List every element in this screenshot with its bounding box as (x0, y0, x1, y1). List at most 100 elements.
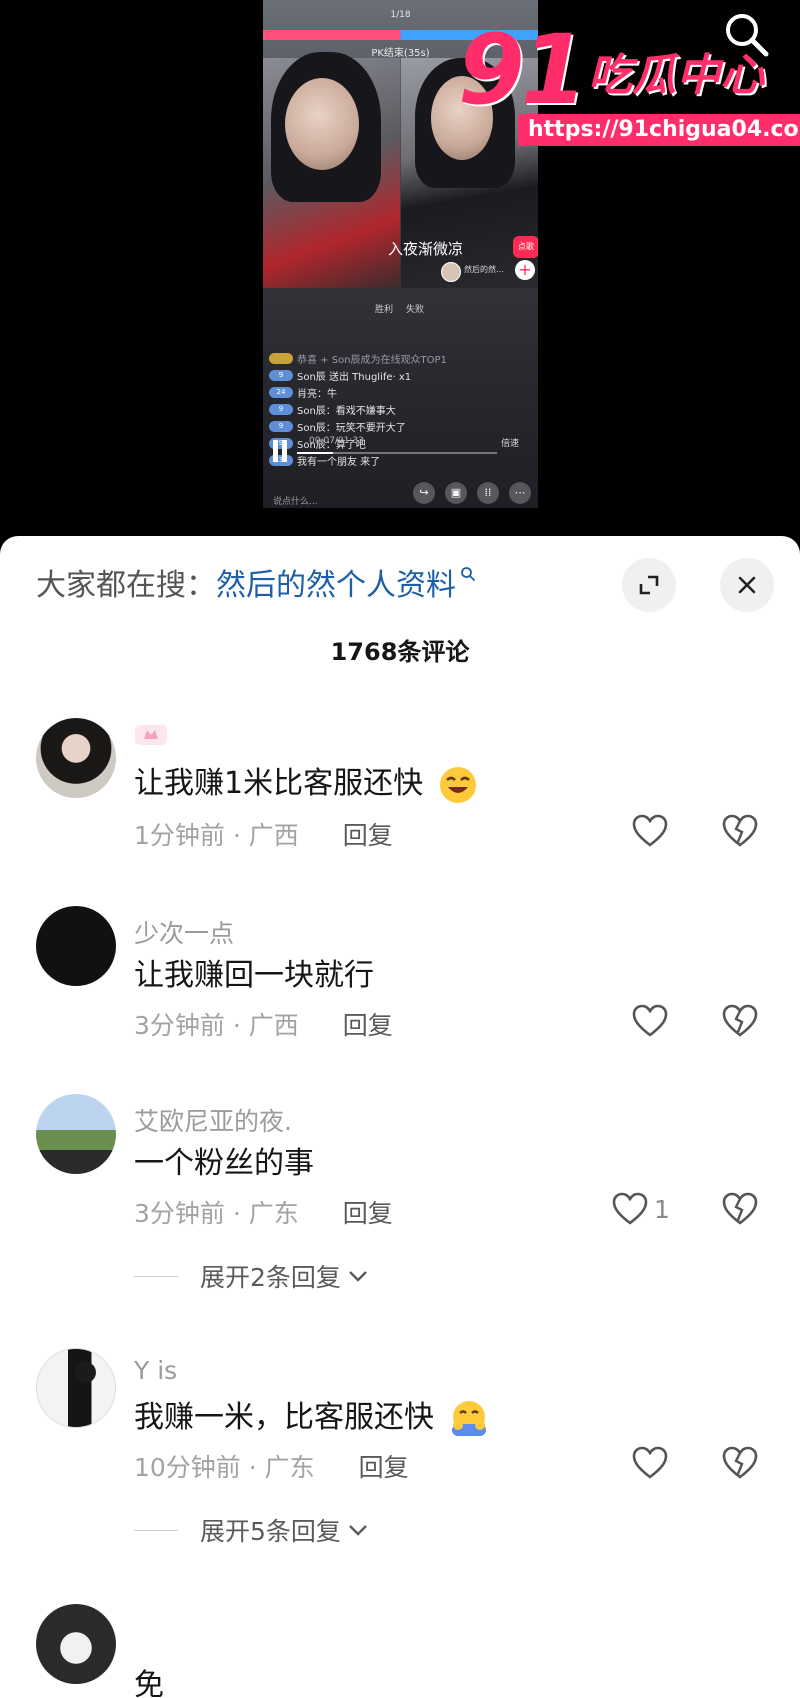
expand-sheet-button[interactable] (622, 558, 676, 612)
comment-username[interactable]: 艾欧尼亚的夜. (134, 1102, 292, 1138)
comment-time-location: 10分钟前 · 广东 (134, 1453, 315, 1482)
chat-message: 3 我有一个朋友 来了 (269, 452, 529, 469)
comment-text: 让我赚1米比客服还快 (134, 758, 479, 806)
trending-search[interactable]: 大家都在搜： 然后的然个人资料 (36, 560, 476, 604)
divider (134, 1275, 178, 1277)
speed-button[interactable]: 倍速 (501, 436, 519, 449)
comment-count: 1768条评论 (330, 638, 470, 666)
reply-button[interactable]: 回复 (343, 821, 393, 850)
watermark-url: https://91chigua04.com (518, 114, 800, 146)
video-toolbar: ↪ ▣ ⁞⁞ ⋯ (413, 482, 531, 504)
broken-heart-icon (722, 1192, 758, 1225)
level-badge (269, 353, 293, 364)
expand-icon (639, 575, 659, 595)
level-badge: 9 (269, 404, 293, 415)
dislike-button[interactable] (722, 1446, 758, 1480)
comment-item: 艾欧尼亚的夜. 一个粉丝的事 3分钟前 · 广东 回复 1 展开2条回复 (0, 1094, 800, 1354)
streamer-face (285, 78, 359, 170)
grid-icon[interactable]: ⁞⁞ (477, 482, 499, 504)
avatar[interactable] (36, 1348, 116, 1428)
close-icon (738, 576, 756, 594)
comment-time-location: 1分钟前 · 广西 (134, 821, 299, 850)
expand-replies-button[interactable]: 展开5条回复 (134, 1512, 369, 1548)
comment-item: 少次一点 让我赚回一块就行 3分钟前 · 广西 回复 (0, 906, 800, 1086)
broken-heart-icon (722, 814, 758, 847)
comment-text: 我赚一米，比客服还快 (134, 1392, 490, 1440)
comment-text: 免 (134, 1668, 164, 1698)
like-count: 1 (654, 1194, 670, 1224)
level-badge: 24 (269, 387, 293, 398)
comment-text: 一个粉丝的事 (134, 1146, 314, 1181)
plus-icon[interactable]: + (515, 260, 535, 280)
request-song-button[interactable]: 点歌 (513, 236, 538, 258)
dislike-button[interactable] (722, 1004, 758, 1038)
reply-button[interactable]: 回复 (343, 1011, 393, 1040)
playback-progress[interactable] (297, 452, 497, 454)
chat-message: 恭喜 + Son辰成为在线观众TOP1 (269, 350, 529, 367)
avatar[interactable] (36, 906, 116, 986)
chat-message: 9 Son辰：算了吧 (269, 435, 529, 452)
divider (134, 1529, 178, 1531)
playback-time: 00:07/01:33 (309, 436, 364, 446)
gift-icon[interactable]: ▣ (445, 482, 467, 504)
like-button[interactable] (632, 1004, 668, 1038)
laughing-emoji-icon (439, 766, 476, 803)
chat-message: 9 Son辰 送出 Thuglife· x1 (269, 367, 529, 384)
reply-button[interactable]: 回复 (359, 1453, 409, 1482)
fan-badge-icon (135, 725, 167, 745)
avatar[interactable] (36, 718, 116, 798)
dislike-button[interactable] (722, 1192, 758, 1226)
avatar[interactable] (36, 1094, 116, 1174)
watermark-number: 91 (458, 14, 588, 126)
mini-username: 然后的然... (464, 265, 504, 274)
reply-button[interactable]: 回复 (343, 1199, 393, 1228)
chat-message-text: 我有一个朋友 来了 (297, 457, 381, 468)
chat-message: 9 Son辰：玩笑不要开大了 (269, 418, 529, 435)
avatar[interactable] (441, 262, 461, 282)
close-button[interactable] (720, 558, 774, 612)
chevron-down-icon (349, 1525, 367, 1536)
chat-message-text: 肖亮：牛 (297, 389, 337, 400)
chat-message-text: 恭喜 + Son辰成为在线观众TOP1 (297, 355, 447, 366)
comment-username[interactable]: Y is (134, 1356, 177, 1385)
pause-icon[interactable] (273, 440, 289, 464)
broken-heart-icon (722, 1004, 758, 1037)
share-icon[interactable]: ↪ (413, 482, 435, 504)
expand-replies-button[interactable]: 展开2条回复 (134, 1258, 369, 1294)
expand-replies-label: 展开5条回复 (200, 1517, 341, 1546)
chat-message-text: Son辰：玩笑不要开大了 (297, 423, 406, 434)
heart-icon (632, 1446, 668, 1479)
level-badge: 9 (269, 370, 293, 381)
dislike-button[interactable] (722, 814, 758, 848)
chat-message: 9 Son辰：看戏不嫌事大 (269, 401, 529, 418)
more-icon[interactable]: ⋯ (509, 482, 531, 504)
comment-meta: 1分钟前 · 广西 回复 (134, 816, 393, 852)
level-badge: 9 (269, 421, 293, 432)
hugging-emoji-icon (451, 1400, 486, 1436)
comment-text-content: 让我赚1米比客服还快 (134, 766, 424, 801)
comment-item: Y is 我赚一米，比客服还快 10分钟前 · 广东 回复 展开5条回复 (0, 1348, 800, 1602)
heart-icon (632, 814, 668, 847)
chat-input[interactable]: 说点什么... (273, 494, 318, 507)
comment-meta: 10分钟前 · 广东 回复 (134, 1448, 409, 1484)
trending-search-prefix: 大家都在搜： (36, 568, 216, 603)
anchor-name: 入夜渐微凉 (388, 240, 464, 258)
trending-search-term[interactable]: 然后的然个人资料 (216, 560, 456, 604)
avatar[interactable] (36, 1604, 116, 1684)
like-button[interactable] (632, 1446, 668, 1480)
broken-heart-icon (722, 1446, 758, 1479)
video-area[interactable]: 1/18 PK结束(35s) 入夜渐微凉 点歌 然后的然... + 胜利 失败 … (0, 0, 800, 536)
like-button[interactable] (632, 814, 668, 848)
left-streamer-pane (263, 52, 400, 288)
heart-icon (612, 1192, 648, 1225)
comment-meta: 3分钟前 · 广东 回复 (134, 1194, 393, 1230)
comment-item: 免 (0, 1604, 800, 1698)
comment-item: 让我赚1米比客服还快 1分钟前 · 广西 回复 (0, 718, 800, 898)
like-button[interactable]: 1 (612, 1192, 670, 1226)
chat-message: 24 肖亮：牛 (269, 384, 529, 401)
comment-username[interactable]: 少次一点 (134, 914, 234, 950)
expand-replies-label: 展开2条回复 (200, 1263, 341, 1292)
chat-message-text: Son辰 送出 Thuglife· x1 (297, 372, 412, 383)
win-label: 胜利 (375, 305, 394, 315)
search-icon (461, 567, 475, 581)
